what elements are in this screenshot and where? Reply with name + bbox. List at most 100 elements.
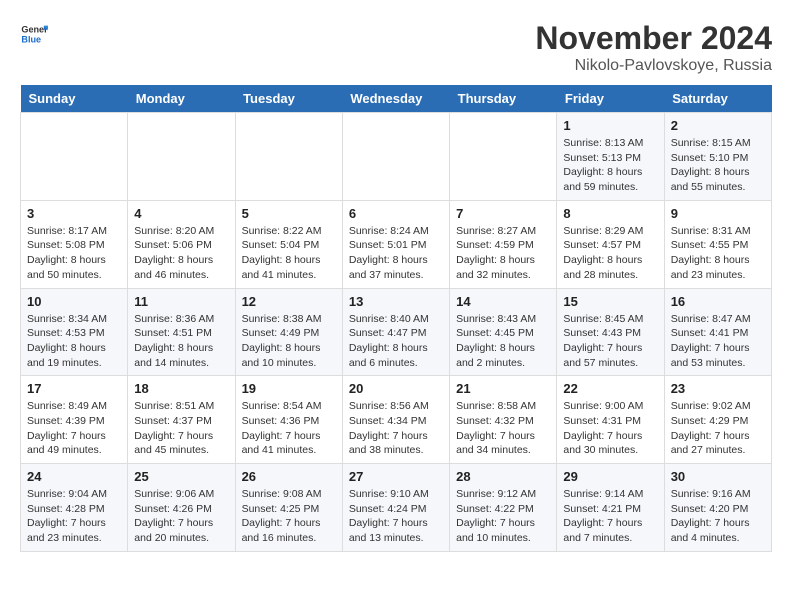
day-number: 10: [27, 294, 121, 309]
day-number: 26: [242, 469, 336, 484]
weekday-header-thursday: Thursday: [450, 85, 557, 113]
weekday-header-sunday: Sunday: [21, 85, 128, 113]
day-detail: Sunrise: 9:16 AM Sunset: 4:20 PM Dayligh…: [671, 487, 765, 546]
day-number: 3: [27, 206, 121, 221]
day-number: 5: [242, 206, 336, 221]
calendar-cell: 30 Sunrise: 9:16 AM Sunset: 4:20 PM Dayli…: [664, 464, 771, 552]
calendar-cell: 13 Sunrise: 8:40 AM Sunset: 4:47 PM Dayli…: [342, 288, 449, 376]
calendar-cell: [235, 113, 342, 201]
day-detail: Sunrise: 9:04 AM Sunset: 4:28 PM Dayligh…: [27, 487, 121, 546]
weekday-header-tuesday: Tuesday: [235, 85, 342, 113]
calendar-cell: 27 Sunrise: 9:10 AM Sunset: 4:24 PM Dayli…: [342, 464, 449, 552]
calendar-cell: 22 Sunrise: 9:00 AM Sunset: 4:31 PM Dayli…: [557, 376, 664, 464]
day-detail: Sunrise: 8:20 AM Sunset: 5:06 PM Dayligh…: [134, 224, 228, 283]
day-number: 19: [242, 381, 336, 396]
day-number: 9: [671, 206, 765, 221]
calendar-cell: 19 Sunrise: 8:54 AM Sunset: 4:36 PM Dayli…: [235, 376, 342, 464]
weekday-header-wednesday: Wednesday: [342, 85, 449, 113]
day-number: 25: [134, 469, 228, 484]
day-detail: Sunrise: 8:43 AM Sunset: 4:45 PM Dayligh…: [456, 312, 550, 371]
day-detail: Sunrise: 8:54 AM Sunset: 4:36 PM Dayligh…: [242, 399, 336, 458]
day-number: 22: [563, 381, 657, 396]
day-number: 18: [134, 381, 228, 396]
calendar-cell: [128, 113, 235, 201]
weekday-header-friday: Friday: [557, 85, 664, 113]
title-area: November 2024 Nikolo-Pavlovskoye, Russia: [535, 20, 772, 75]
calendar-cell: 6 Sunrise: 8:24 AM Sunset: 5:01 PM Daylig…: [342, 200, 449, 288]
calendar-cell: 4Sunrise: 8:20 AM Sunset: 5:06 PM Daylig…: [128, 200, 235, 288]
calendar-cell: 9 Sunrise: 8:31 AM Sunset: 4:55 PM Daylig…: [664, 200, 771, 288]
calendar-cell: 8 Sunrise: 8:29 AM Sunset: 4:57 PM Daylig…: [557, 200, 664, 288]
day-detail: Sunrise: 8:29 AM Sunset: 4:57 PM Dayligh…: [563, 224, 657, 283]
calendar-cell: 18Sunrise: 8:51 AM Sunset: 4:37 PM Dayli…: [128, 376, 235, 464]
location-title: Nikolo-Pavlovskoye, Russia: [535, 57, 772, 75]
calendar-cell: 28 Sunrise: 9:12 AM Sunset: 4:22 PM Dayli…: [450, 464, 557, 552]
calendar-cell: 5 Sunrise: 8:22 AM Sunset: 5:04 PM Daylig…: [235, 200, 342, 288]
day-number: 17: [27, 381, 121, 396]
weekday-header-saturday: Saturday: [664, 85, 771, 113]
day-detail: Sunrise: 9:08 AM Sunset: 4:25 PM Dayligh…: [242, 487, 336, 546]
calendar-cell: 26 Sunrise: 9:08 AM Sunset: 4:25 PM Dayli…: [235, 464, 342, 552]
day-number: 27: [349, 469, 443, 484]
day-detail: Sunrise: 8:27 AM Sunset: 4:59 PM Dayligh…: [456, 224, 550, 283]
day-number: 15: [563, 294, 657, 309]
day-number: 6: [349, 206, 443, 221]
day-number: 30: [671, 469, 765, 484]
calendar-cell: 25 Sunrise: 9:06 AM Sunset: 4:26 PM Dayli…: [128, 464, 235, 552]
calendar-cell: 17 Sunrise: 8:49 AM Sunset: 4:39 PM Dayli…: [21, 376, 128, 464]
day-number: 29: [563, 469, 657, 484]
calendar-cell: [21, 113, 128, 201]
calendar-table: SundayMondayTuesdayWednesdayThursdayFrid…: [20, 85, 772, 552]
calendar-cell: 24 Sunrise: 9:04 AM Sunset: 4:28 PM Dayli…: [21, 464, 128, 552]
day-detail: Sunrise: 9:12 AM Sunset: 4:22 PM Dayligh…: [456, 487, 550, 546]
day-detail: Sunrise: 8:31 AM Sunset: 4:55 PM Dayligh…: [671, 224, 765, 283]
day-number: 20: [349, 381, 443, 396]
day-number: 14: [456, 294, 550, 309]
day-number: 1: [563, 118, 657, 133]
day-number: 8: [563, 206, 657, 221]
calendar-cell: 2 Sunrise: 8:15 AM Sunset: 5:10 PM Daylig…: [664, 113, 771, 201]
calendar-cell: 1Sunrise: 8:13 AM Sunset: 5:13 PM Daylig…: [557, 113, 664, 201]
calendar-cell: 16 Sunrise: 8:47 AM Sunset: 4:41 PM Dayli…: [664, 288, 771, 376]
day-detail: Sunrise: 8:49 AM Sunset: 4:39 PM Dayligh…: [27, 399, 121, 458]
day-detail: Sunrise: 9:06 AM Sunset: 4:26 PM Dayligh…: [134, 487, 228, 546]
day-detail: Sunrise: 8:36 AM Sunset: 4:51 PM Dayligh…: [134, 312, 228, 371]
day-detail: Sunrise: 8:58 AM Sunset: 4:32 PM Dayligh…: [456, 399, 550, 458]
calendar-cell: 11 Sunrise: 8:36 AM Sunset: 4:51 PM Dayli…: [128, 288, 235, 376]
day-number: 2: [671, 118, 765, 133]
day-detail: Sunrise: 8:56 AM Sunset: 4:34 PM Dayligh…: [349, 399, 443, 458]
calendar-cell: [450, 113, 557, 201]
calendar-cell: 7Sunrise: 8:27 AM Sunset: 4:59 PM Daylig…: [450, 200, 557, 288]
day-number: 23: [671, 381, 765, 396]
calendar-cell: 12Sunrise: 8:38 AM Sunset: 4:49 PM Dayli…: [235, 288, 342, 376]
day-detail: Sunrise: 8:34 AM Sunset: 4:53 PM Dayligh…: [27, 312, 121, 371]
day-number: 13: [349, 294, 443, 309]
calendar-cell: 14 Sunrise: 8:43 AM Sunset: 4:45 PM Dayli…: [450, 288, 557, 376]
day-detail: Sunrise: 8:22 AM Sunset: 5:04 PM Dayligh…: [242, 224, 336, 283]
calendar-cell: 15Sunrise: 8:45 AM Sunset: 4:43 PM Dayli…: [557, 288, 664, 376]
calendar-cell: 21 Sunrise: 8:58 AM Sunset: 4:32 PM Dayli…: [450, 376, 557, 464]
calendar-cell: 29Sunrise: 9:14 AM Sunset: 4:21 PM Dayli…: [557, 464, 664, 552]
calendar-cell: [342, 113, 449, 201]
day-number: 16: [671, 294, 765, 309]
logo-icon: General Blue: [20, 20, 48, 48]
day-detail: Sunrise: 8:15 AM Sunset: 5:10 PM Dayligh…: [671, 136, 765, 195]
day-number: 11: [134, 294, 228, 309]
day-detail: Sunrise: 8:47 AM Sunset: 4:41 PM Dayligh…: [671, 312, 765, 371]
calendar-cell: 20 Sunrise: 8:56 AM Sunset: 4:34 PM Dayli…: [342, 376, 449, 464]
calendar-cell: 23 Sunrise: 9:02 AM Sunset: 4:29 PM Dayli…: [664, 376, 771, 464]
weekday-header-monday: Monday: [128, 85, 235, 113]
day-detail: Sunrise: 9:02 AM Sunset: 4:29 PM Dayligh…: [671, 399, 765, 458]
day-detail: Sunrise: 9:10 AM Sunset: 4:24 PM Dayligh…: [349, 487, 443, 546]
calendar-cell: 10 Sunrise: 8:34 AM Sunset: 4:53 PM Dayli…: [21, 288, 128, 376]
calendar-cell: 3Sunrise: 8:17 AM Sunset: 5:08 PM Daylig…: [21, 200, 128, 288]
day-detail: Sunrise: 9:00 AM Sunset: 4:31 PM Dayligh…: [563, 399, 657, 458]
day-number: 12: [242, 294, 336, 309]
svg-text:Blue: Blue: [21, 34, 41, 44]
day-detail: Sunrise: 8:40 AM Sunset: 4:47 PM Dayligh…: [349, 312, 443, 371]
day-number: 24: [27, 469, 121, 484]
day-number: 21: [456, 381, 550, 396]
header: General Blue November 2024 Nikolo-Pavlov…: [20, 20, 772, 75]
day-detail: Sunrise: 8:24 AM Sunset: 5:01 PM Dayligh…: [349, 224, 443, 283]
day-number: 28: [456, 469, 550, 484]
